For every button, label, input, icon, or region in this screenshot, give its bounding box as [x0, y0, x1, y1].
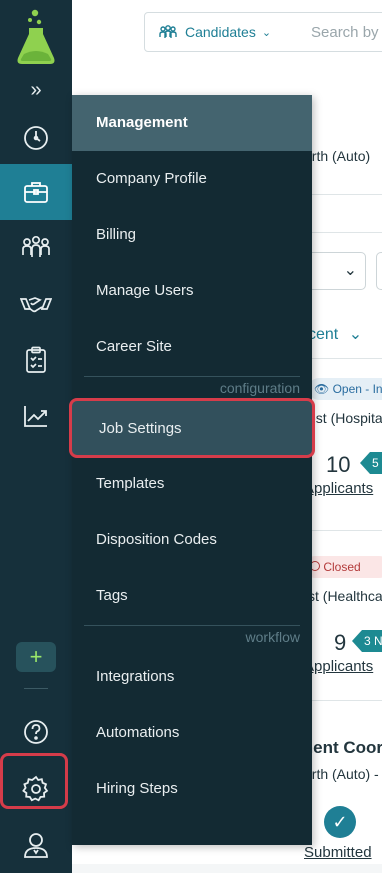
- management-flyout-menu: Management Company Profile Billing Manag…: [69, 95, 315, 845]
- candidates-scope-select[interactable]: Candidates ⌄: [144, 12, 288, 52]
- people-small-icon: [159, 25, 177, 38]
- chevron-down-icon: ⌄: [348, 326, 363, 343]
- applicants-link[interactable]: Applicants: [304, 480, 373, 497]
- menu-header: Management: [72, 95, 312, 151]
- applicant-count: 10: [326, 452, 351, 477]
- chevron-down-icon: ⌄: [261, 26, 272, 39]
- filter-select-2[interactable]: [376, 252, 382, 290]
- sort-label-text: cent: [308, 326, 339, 343]
- status-badge-text: Closed: [323, 560, 361, 574]
- job-subtitle: est (Hospita: [308, 410, 382, 426]
- clients-handshake-icon[interactable]: [0, 276, 72, 332]
- menu-item-disposition-codes[interactable]: Disposition Codes: [72, 512, 312, 568]
- job-location-text: orth (Auto): [304, 148, 371, 164]
- section-label-workflow: workflow: [84, 625, 300, 648]
- menu-item-integrations[interactable]: Integrations: [72, 649, 312, 705]
- menu-item-career-site[interactable]: Career Site: [72, 319, 312, 375]
- divider: [304, 232, 382, 233]
- add-button[interactable]: +: [16, 642, 56, 672]
- left-nav-rail: » +: [0, 0, 72, 873]
- section-label-configuration: configuration: [84, 376, 300, 399]
- logo-flask-icon[interactable]: [16, 6, 56, 64]
- divider: [304, 700, 382, 701]
- status-badge-closed: Closed: [304, 556, 382, 578]
- status-badge-open: 👁 Open - In: [308, 378, 382, 400]
- settings-gear-icon[interactable]: [0, 761, 72, 817]
- jobs-briefcase-icon[interactable]: [0, 164, 72, 220]
- candidates-select-label: Candidates: [185, 24, 256, 40]
- job-subtitle: orth (Auto) -: [304, 766, 379, 782]
- check-circle-icon: ✓: [324, 806, 356, 838]
- menu-item-job-settings[interactable]: Job Settings: [69, 398, 315, 458]
- applicants-link[interactable]: Applicants: [304, 658, 373, 675]
- menu-item-hiring-steps[interactable]: Hiring Steps: [72, 761, 312, 817]
- dashboard-gauge-icon[interactable]: [0, 110, 72, 166]
- candidates-people-icon[interactable]: [0, 220, 72, 276]
- eye-off-icon: 👁: [314, 382, 330, 396]
- submitted-link[interactable]: Submitted: [304, 844, 372, 861]
- menu-item-automations[interactable]: Automations: [72, 705, 312, 761]
- menu-item-billing[interactable]: Billing: [72, 207, 312, 263]
- job-subtitle: st (Healthca: [308, 588, 382, 604]
- reports-chart-icon[interactable]: [0, 388, 72, 444]
- divider: [304, 530, 382, 531]
- tasks-clipboard-icon[interactable]: [0, 332, 72, 388]
- rail-divider: [24, 688, 48, 689]
- status-badge-text: Open - In: [332, 382, 382, 396]
- menu-item-company-profile[interactable]: Company Profile: [72, 151, 312, 207]
- menu-item-manage-users[interactable]: Manage Users: [72, 263, 312, 319]
- user-profile-icon[interactable]: [0, 817, 72, 873]
- search-input[interactable]: Search by: [287, 12, 382, 52]
- chevron-down-icon: ⌄: [343, 262, 357, 279]
- divider: [304, 194, 382, 195]
- help-question-icon[interactable]: [0, 704, 72, 760]
- divider: [304, 358, 382, 359]
- menu-item-templates[interactable]: Templates: [72, 456, 312, 512]
- expand-rail-icon[interactable]: »: [24, 78, 48, 102]
- menu-item-tags[interactable]: Tags: [72, 568, 312, 624]
- applicant-count: 9: [334, 630, 347, 655]
- sort-select-label[interactable]: cent ⌄: [308, 324, 362, 344]
